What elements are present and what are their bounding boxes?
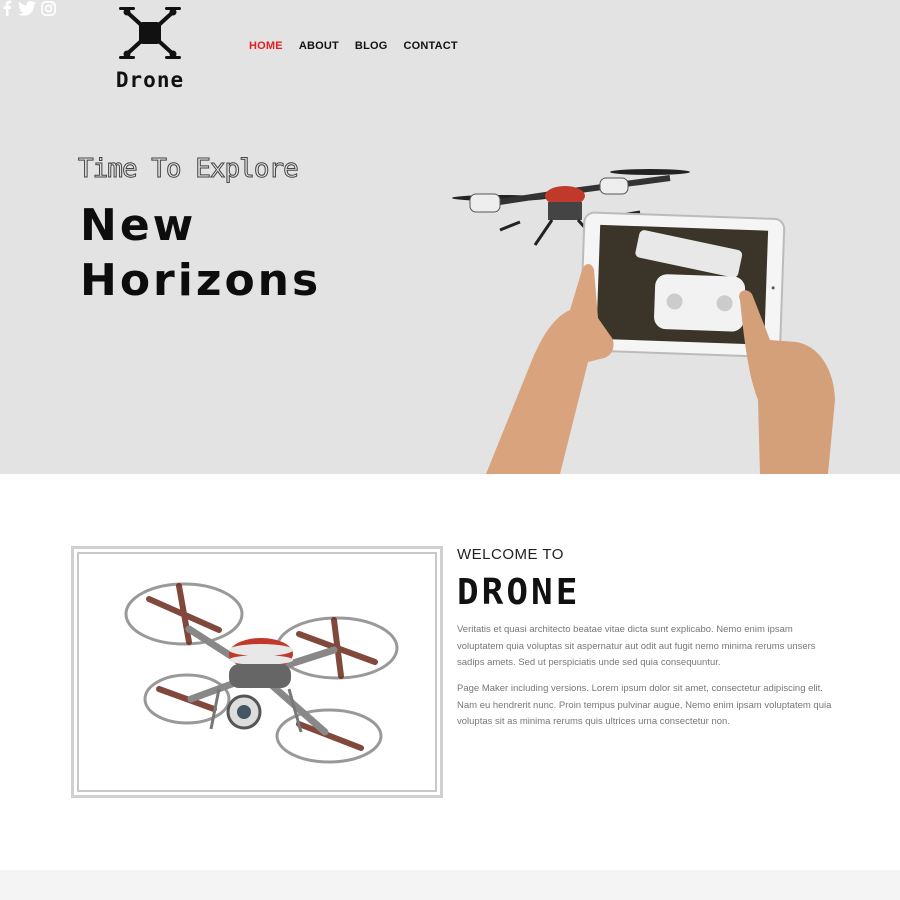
facebook-button[interactable]: [0, 0, 18, 20]
drone-logo-icon: [119, 7, 181, 59]
facebook-icon: [3, 0, 12, 16]
twitter-button[interactable]: [18, 1, 40, 20]
headline-line-2: Horizons: [80, 255, 322, 306]
main-nav: HOME ABOUT BLOG CONTACT: [249, 40, 474, 52]
nav-blog[interactable]: BLOG: [355, 40, 388, 52]
instagram-icon: [41, 1, 56, 16]
twitter-icon: [18, 1, 37, 16]
quadcopter-illustration: [124, 582, 399, 764]
hero-tagline: Time To Explore: [78, 154, 300, 185]
hero-headline: New Horizons: [80, 198, 321, 308]
hero-section: Drone HOME ABOUT BLOG CONTACT Time To Ex…: [0, 0, 900, 474]
about-image: [77, 552, 437, 792]
nav-home[interactable]: HOME: [249, 40, 283, 52]
about-section: WELCOME TO DRONE Veritatis et quasi arch…: [0, 474, 900, 870]
logo[interactable]: Drone: [100, 0, 200, 95]
hero-drone-tablet-image: [452, 169, 835, 474]
hero-left-hand-illustration: [486, 264, 614, 474]
about-paragraph-1: Veritatis et quasi architecto beatae vit…: [457, 624, 816, 668]
about-image-frame: [71, 546, 443, 798]
nav-about[interactable]: ABOUT: [299, 40, 339, 52]
hero-right-hand-illustration: [739, 290, 835, 474]
next-section-band: [0, 870, 900, 900]
about-paragraph-2: Page Maker including versions. Lorem ips…: [457, 683, 832, 727]
headline-line-1: New: [80, 200, 197, 251]
logo-text: Drone: [115, 68, 185, 92]
welcome-heading: WELCOME TO: [457, 546, 564, 563]
instagram-button[interactable]: [41, 1, 56, 20]
brand-heading: DRONE: [457, 572, 581, 613]
nav-contact[interactable]: CONTACT: [404, 40, 458, 52]
